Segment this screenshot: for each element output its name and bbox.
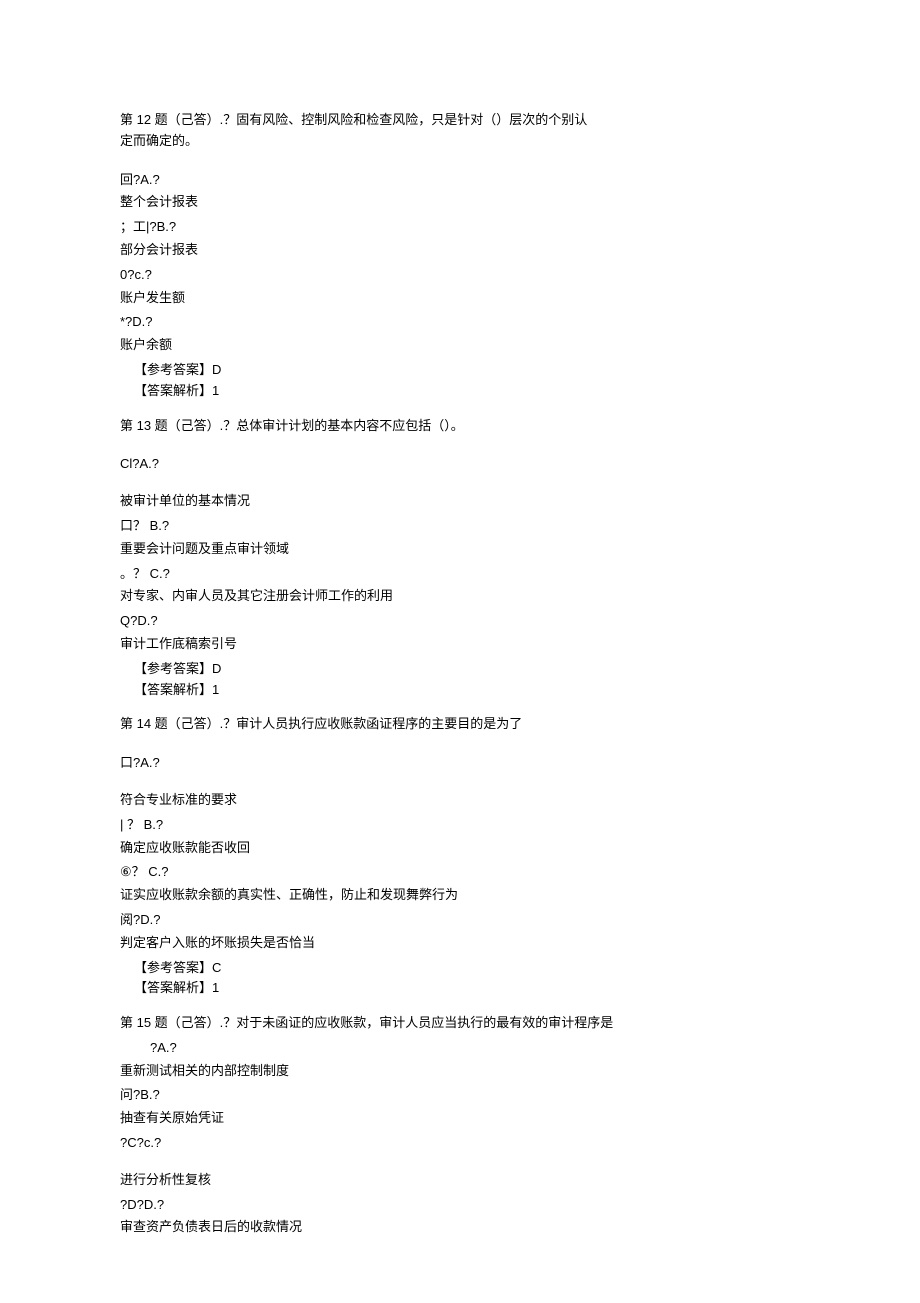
q15-optC-marker: ?C?c.? bbox=[120, 1133, 800, 1154]
q13-optC-text: 对专家、内审人员及其它注册会计师工作的利用 bbox=[120, 586, 800, 607]
q14-intro: 第 14 题（己答）.？审计人员执行应收账款函证程序的主要目的是为了 bbox=[120, 714, 800, 735]
q15-optC-text: 进行分析性复核 bbox=[120, 1170, 800, 1191]
question-15: 第 15 题（己答）.？对于未函证的应收账款，审计人员应当执行的最有效的审计程序… bbox=[120, 1013, 800, 1238]
question-13: 第 13 题（己答）.？总体审计计划的基本内容不应包括（）。 Cl?A.? 被审… bbox=[120, 416, 800, 701]
q12-optB-text: 部分会计报表 bbox=[120, 240, 800, 261]
q12-optD-text: 账户余额 bbox=[120, 335, 800, 356]
q12-optB-marker: ；工|?B.? bbox=[120, 217, 800, 238]
q13-optA-text: 被审计单位的基本情况 bbox=[120, 491, 800, 512]
q12-optC-marker: 0?c.? bbox=[120, 265, 800, 286]
q12-optA-text: 整个会计报表 bbox=[120, 192, 800, 213]
q15-optD-marker: ?D?D.? bbox=[120, 1195, 800, 1216]
q12-ref-answer: 【参考答案】D bbox=[134, 360, 800, 381]
q14-optD-text: 判定客户入账的坏账损失是否恰当 bbox=[120, 933, 800, 954]
q12-analysis: 【答案解析】1 bbox=[134, 381, 800, 402]
q12-optD-marker: *?D.? bbox=[120, 312, 800, 333]
q14-optA-text: 符合专业标准的要求 bbox=[120, 790, 800, 811]
q14-optC-text: 证实应收账款余额的真实性、正确性，防止和发现舞弊行为 bbox=[120, 885, 800, 906]
q14-analysis: 【答案解析】1 bbox=[134, 978, 800, 999]
q12-intro-line2: 定而确定的。 bbox=[120, 131, 800, 152]
spacer bbox=[120, 776, 800, 790]
q13-optC-marker: 。？ C.? bbox=[120, 564, 800, 585]
spacer bbox=[120, 402, 800, 416]
spacer bbox=[120, 477, 800, 491]
q13-analysis: 【答案解析】1 bbox=[134, 680, 800, 701]
q12-optA-marker: 回?A.? bbox=[120, 170, 800, 191]
q15-optB-text: 抽查有关原始凭证 bbox=[120, 1108, 800, 1129]
q15-intro: 第 15 题（己答）.？对于未函证的应收账款，审计人员应当执行的最有效的审计程序… bbox=[120, 1013, 800, 1034]
q13-optD-text: 审计工作底稿索引号 bbox=[120, 634, 800, 655]
q14-optB-marker: | ？ B.? bbox=[120, 815, 800, 836]
q14-optD-marker: 阅?D.? bbox=[120, 910, 800, 931]
q12-intro: 第 12 题（己答）.？固有风险、控制风险和检查风险，只是针对（）层次的个别认 … bbox=[120, 110, 800, 152]
q14-optB-text: 确定应收账款能否收回 bbox=[120, 838, 800, 859]
q15-optA-marker: ?A.? bbox=[150, 1038, 800, 1059]
spacer bbox=[120, 1156, 800, 1170]
q14-ref-answer: 【参考答案】C bbox=[134, 958, 800, 979]
q15-optB-marker: 问?B.? bbox=[120, 1085, 800, 1106]
q14-optA-marker: 口?A.? bbox=[120, 753, 800, 774]
q14-optC-marker: ⑥？ C.? bbox=[120, 862, 800, 883]
question-12: 第 12 题（己答）.？固有风险、控制风险和检查风险，只是针对（）层次的个别认 … bbox=[120, 110, 800, 402]
q13-intro: 第 13 题（己答）.？总体审计计划的基本内容不应包括（）。 bbox=[120, 416, 800, 437]
q13-optB-marker: 口？ B.? bbox=[120, 516, 800, 537]
q12-intro-line1: 第 12 题（己答）.？固有风险、控制风险和检查风险，只是针对（）层次的个别认 bbox=[120, 110, 800, 131]
q13-ref-answer: 【参考答案】D bbox=[134, 659, 800, 680]
q13-optA-marker: Cl?A.? bbox=[120, 454, 800, 475]
q12-optC-text: 账户发生额 bbox=[120, 288, 800, 309]
q13-optB-text: 重要会计问题及重点审计领域 bbox=[120, 539, 800, 560]
q13-optD-marker: Q?D.? bbox=[120, 611, 800, 632]
q15-optA-text: 重新测试相关的内部控制制度 bbox=[120, 1061, 800, 1082]
spacer bbox=[120, 999, 800, 1013]
spacer bbox=[120, 700, 800, 714]
question-14: 第 14 题（己答）.？审计人员执行应收账款函证程序的主要目的是为了 口?A.?… bbox=[120, 714, 800, 999]
q15-optD-text: 审查资产负债表日后的收款情况 bbox=[120, 1217, 800, 1238]
